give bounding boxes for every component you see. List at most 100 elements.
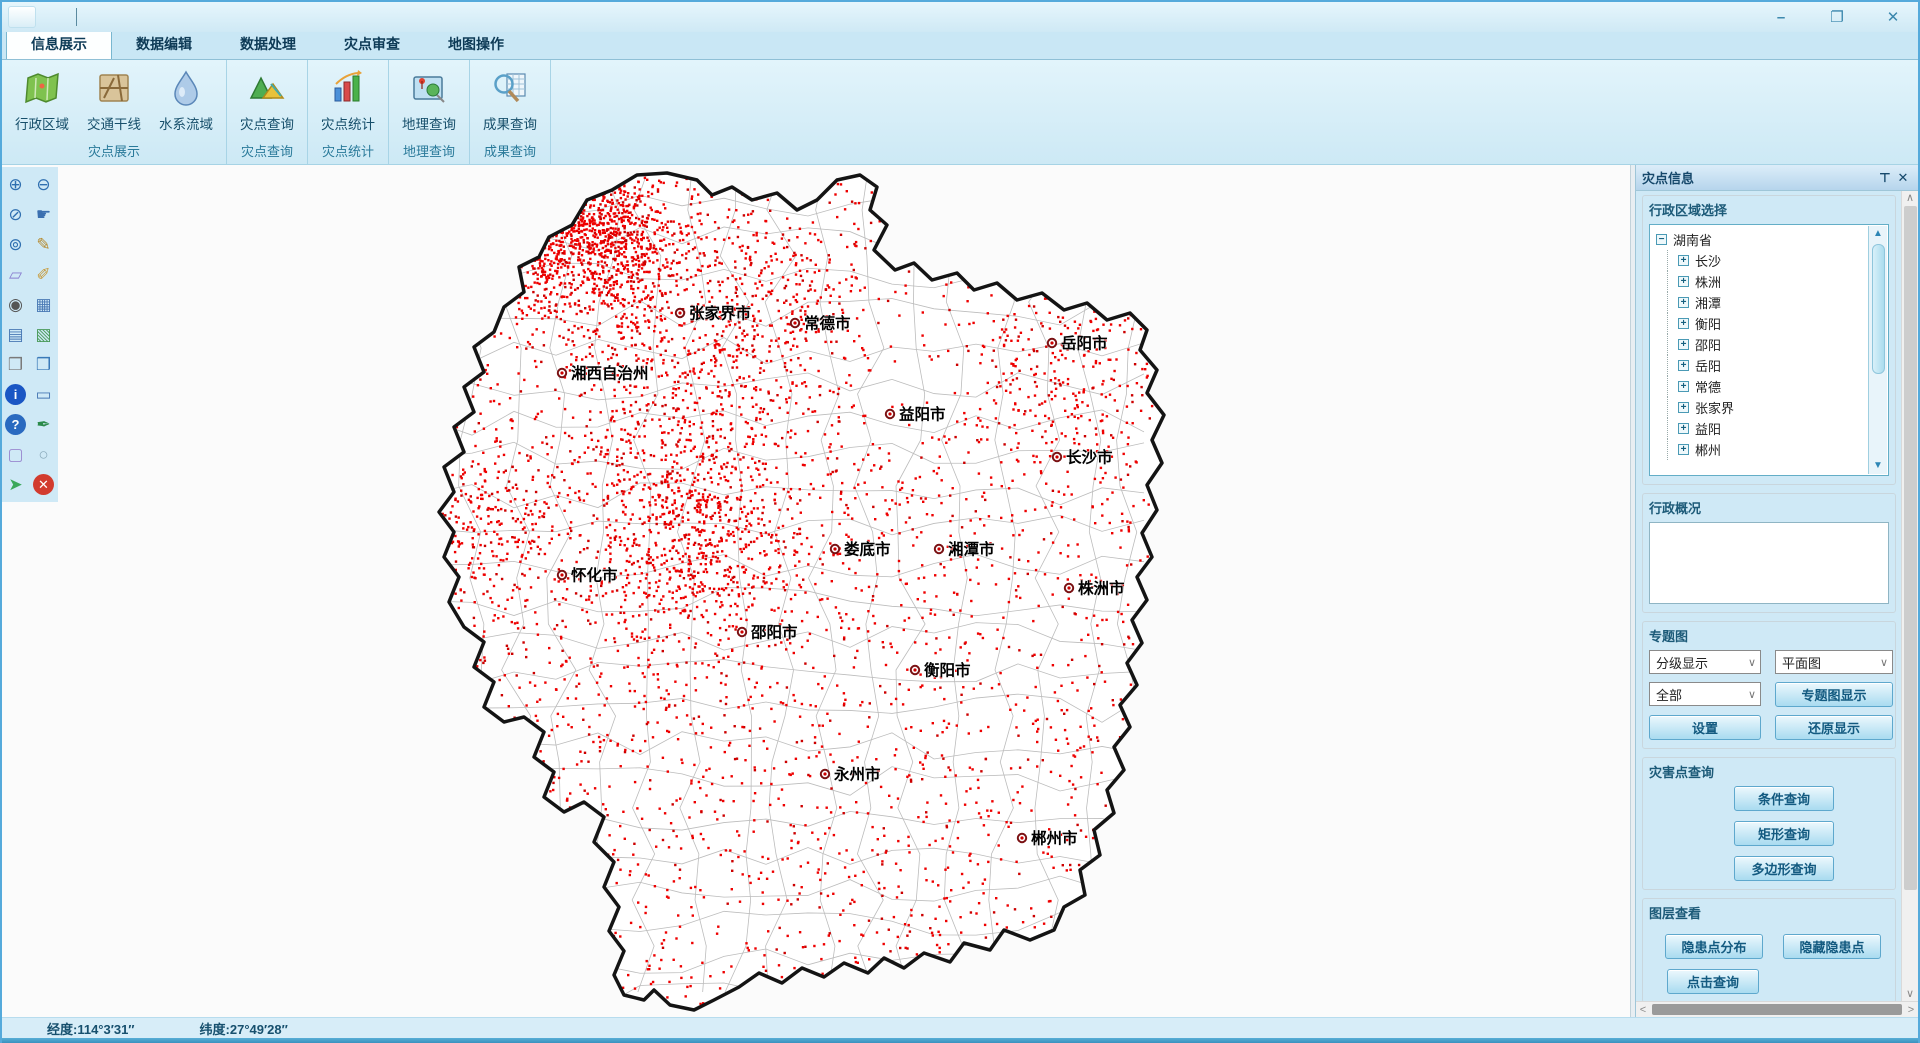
printer-color-icon[interactable]: ❒	[32, 353, 55, 376]
expand-expander-icon[interactable]: +	[1678, 381, 1689, 392]
ellipse-tool-icon[interactable]: ○	[32, 443, 55, 466]
tab-3[interactable]: 灾点审查	[320, 30, 424, 59]
tree-node-7[interactable]: +张家界	[1656, 397, 1888, 418]
zoom-in-icon[interactable]: ⊕	[4, 173, 27, 196]
document-icon[interactable]: ▤	[4, 323, 27, 346]
quick-access-button[interactable]	[8, 6, 36, 28]
scope-combo[interactable]: 全部 ∨	[1649, 682, 1761, 706]
pin-icon[interactable]: ⊤	[1876, 170, 1894, 186]
overview-textbox[interactable]	[1649, 522, 1889, 604]
expand-expander-icon[interactable]: +	[1678, 444, 1689, 455]
tab-0[interactable]: 信息展示	[6, 29, 112, 59]
chevron-down-icon: ∨	[1748, 656, 1756, 669]
region-tree[interactable]: ▲ ▼ −湖南省+长沙+株洲+湘潭+衡阳+邵阳+岳阳+常德+张家界+益阳+郴州	[1649, 224, 1889, 476]
minimize-button[interactable]: –	[1766, 6, 1796, 28]
panel-hscroll-thumb[interactable]	[1652, 1004, 1902, 1015]
expand-expander-icon[interactable]: +	[1678, 339, 1689, 350]
chevron-down-icon: ∨	[1880, 656, 1888, 669]
tree-node-5[interactable]: +岳阳	[1656, 355, 1888, 376]
sign-pen-icon[interactable]: ✒	[32, 413, 55, 436]
expand-expander-icon[interactable]: +	[1678, 318, 1689, 329]
restore-display-button[interactable]: 还原显示	[1775, 715, 1893, 740]
select-arrow-icon[interactable]: ➤	[4, 473, 27, 496]
tree-node-6[interactable]: +常德	[1656, 376, 1888, 397]
expand-expander-icon[interactable]: +	[1678, 360, 1689, 371]
tab-4[interactable]: 地图操作	[424, 30, 528, 59]
scroll-down-icon[interactable]: ∨	[1906, 987, 1914, 1001]
交通干线-button[interactable]: 交通干线	[78, 62, 150, 142]
tree-node-2[interactable]: +湘潭	[1656, 292, 1888, 313]
tree-node-9[interactable]: +郴州	[1656, 439, 1888, 460]
expand-expander-icon[interactable]: +	[1678, 402, 1689, 413]
panel-vscroll-thumb[interactable]	[1904, 206, 1917, 890]
thematic-show-button[interactable]: 专题图显示	[1775, 682, 1893, 707]
地理查询-button[interactable]: 地理查询	[393, 62, 465, 142]
ribbon-tab-strip: 信息展示数据编辑数据处理灾点审查地图操作	[2, 32, 1918, 60]
panel-horizontal-scrollbar[interactable]: < >	[1636, 1001, 1918, 1017]
tree-node-0[interactable]: +长沙	[1656, 250, 1888, 271]
tree-node-1[interactable]: +株洲	[1656, 271, 1888, 292]
scroll-left-icon[interactable]: <	[1636, 1003, 1650, 1017]
panel-vertical-scrollbar[interactable]: ∧ ∨	[1901, 191, 1918, 1001]
collapse-expander-icon[interactable]: −	[1656, 234, 1667, 245]
expand-expander-icon[interactable]: +	[1678, 297, 1689, 308]
region-map-icon	[20, 66, 64, 110]
tree-node-8[interactable]: +益阳	[1656, 418, 1888, 439]
polygon-query-button[interactable]: 多边形查询	[1734, 856, 1834, 881]
form-icon[interactable]: ▭	[32, 383, 55, 406]
hunan-disaster-map[interactable]: 张家界市常德市岳阳市湘西自治州益阳市长沙市娄底市湘潭市怀化市株洲市邵阳市衡阳市永…	[2, 165, 1630, 1017]
close-button[interactable]: ✕	[1878, 6, 1908, 28]
灾点统计-button[interactable]: 灾点统计	[312, 62, 384, 142]
tree-node-root[interactable]: −湖南省	[1656, 229, 1888, 250]
tree-scroll-up-icon[interactable]: ▲	[1873, 226, 1883, 242]
image-icon[interactable]: ▧	[32, 323, 55, 346]
expand-expander-icon[interactable]: +	[1678, 276, 1689, 287]
zoom-window-icon[interactable]: ⊘	[4, 203, 27, 226]
restore-button[interactable]: ❐	[1822, 6, 1852, 28]
expand-expander-icon[interactable]: +	[1678, 423, 1689, 434]
expand-expander-icon[interactable]: +	[1678, 255, 1689, 266]
水系流域-button[interactable]: 水系流域	[150, 62, 222, 142]
tree-scroll-down-icon[interactable]: ▼	[1873, 458, 1883, 474]
成果查询-button[interactable]: 成果查询	[474, 62, 546, 142]
ribbon-group-0: 行政区域交通干线水系流域灾点展示	[2, 60, 227, 164]
tab-1[interactable]: 数据编辑	[112, 30, 216, 59]
tree-node-3[interactable]: +衡阳	[1656, 313, 1888, 334]
table-grid-icon[interactable]: ▦	[32, 293, 55, 316]
eye-icon[interactable]: ◉	[4, 293, 27, 316]
hazard-distribution-button[interactable]: 隐患点分布	[1665, 934, 1763, 959]
map-canvas[interactable]: 张家界市常德市岳阳市湘西自治州益阳市长沙市娄底市湘潭市怀化市株洲市邵阳市衡阳市永…	[2, 165, 1630, 1017]
panel-close-icon[interactable]: ✕	[1894, 170, 1912, 186]
panel-title: 灾点信息	[1642, 168, 1876, 187]
delete-tool-icon[interactable]: ✕	[33, 474, 54, 495]
map-type-combo[interactable]: 平面图 ∨	[1775, 650, 1893, 674]
disaster-info-panel: 灾点信息 ⊤ ✕ 行政区域选择 ▲ ▼ −湖南省+长沙+株洲+湘潭+衡阳+邵阳+…	[1635, 165, 1918, 1017]
disaster-query-label: 灾害点查询	[1649, 762, 1889, 781]
hide-hazard-button[interactable]: 隐藏隐患点	[1783, 934, 1881, 959]
zoom-out-icon[interactable]: ⊖	[32, 173, 55, 196]
ribbon-group-2: 灾点统计灾点统计	[308, 60, 389, 164]
rect-tool-icon[interactable]: ▢	[4, 443, 27, 466]
scroll-right-icon[interactable]: >	[1904, 1003, 1918, 1017]
tree-node-4[interactable]: +邵阳	[1656, 334, 1888, 355]
polygon-icon[interactable]: ▱	[4, 263, 27, 286]
行政区域-button[interactable]: 行政区域	[6, 62, 78, 142]
pan-icon[interactable]: ☛	[32, 203, 55, 226]
灾点查询-button[interactable]: 灾点查询	[231, 62, 303, 142]
rectangle-query-button[interactable]: 矩形查询	[1734, 821, 1834, 846]
globe-icon[interactable]: ⊚	[4, 233, 27, 256]
city-label: 湘西自治州	[558, 364, 649, 383]
title-caret	[76, 8, 77, 26]
tab-2[interactable]: 数据处理	[216, 30, 320, 59]
display-mode-combo[interactable]: 分级显示 ∨	[1649, 650, 1761, 674]
bar-chart-icon	[326, 66, 370, 110]
condition-query-button[interactable]: 条件查询	[1734, 786, 1834, 811]
printer-bw-icon[interactable]: ❒	[4, 353, 27, 376]
settings-button[interactable]: 设置	[1649, 715, 1761, 740]
measure-line-icon[interactable]: ✎	[32, 233, 55, 256]
help-icon[interactable]: ?	[5, 414, 26, 435]
brush-icon[interactable]: ✐	[32, 263, 55, 286]
info-icon[interactable]: i	[5, 384, 26, 405]
scroll-up-icon[interactable]: ∧	[1906, 191, 1914, 205]
click-query-button[interactable]: 点击查询	[1667, 969, 1759, 994]
